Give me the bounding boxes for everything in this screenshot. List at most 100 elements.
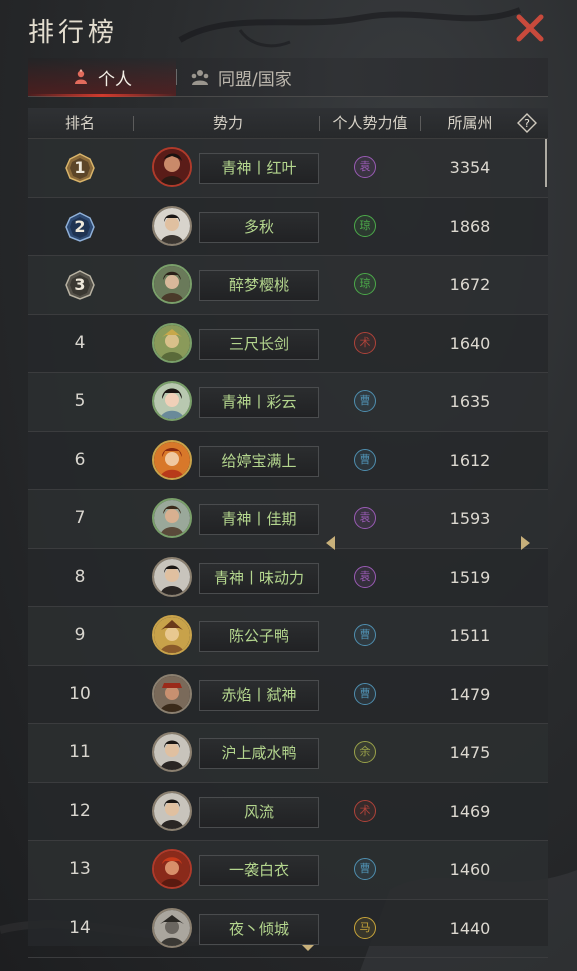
tab-personal[interactable]: 个人 xyxy=(28,58,176,97)
table-row[interactable]: 9 陈公子鸭 曹 1511 xyxy=(28,607,548,666)
portrait-icon xyxy=(154,909,190,946)
power-value: 1635 xyxy=(449,392,491,411)
player-name[interactable]: 醉梦樱桃 xyxy=(199,270,319,301)
power-value: 1640 xyxy=(449,333,491,353)
table-row[interactable]: 1 青神丨红叶 袁 3354 xyxy=(28,139,548,198)
power-value: 3354 xyxy=(449,158,491,177)
state-badge: 余 xyxy=(354,741,376,763)
player-name[interactable]: 三尺长剑 xyxy=(199,328,319,360)
chevron-right-icon[interactable] xyxy=(520,535,532,551)
alliance-icon xyxy=(190,68,210,86)
portrait-icon xyxy=(154,383,190,419)
rank-number: 11 xyxy=(69,742,91,762)
avatar[interactable] xyxy=(152,673,192,714)
column-faction-header: 势力 xyxy=(212,114,243,132)
close-icon xyxy=(516,14,544,42)
table-row[interactable]: 6 给婷宝满上 曹 1612 xyxy=(28,432,548,490)
table-row[interactable]: 7 青神丨佳期 袁 1593 xyxy=(28,490,548,549)
close-button[interactable] xyxy=(512,10,548,46)
column-rank-header: 排名 xyxy=(64,114,95,132)
avatar[interactable] xyxy=(152,264,192,304)
player-name[interactable]: 青神丨味动力 xyxy=(199,562,319,594)
player-name[interactable]: 一袭白衣 xyxy=(199,855,319,886)
power-value: 1469 xyxy=(449,801,491,821)
portrait-icon xyxy=(154,207,190,244)
player-name[interactable]: 沪上咸水鸭 xyxy=(199,738,319,769)
table-row[interactable]: 5 青神丨彩云 曹 1635 xyxy=(28,373,548,432)
power-value: 1511 xyxy=(449,626,491,645)
portrait-icon xyxy=(154,851,190,887)
table-row[interactable]: 13 一袭白衣 曹 1460 xyxy=(28,841,548,900)
player-name[interactable]: 陈公子鸭 xyxy=(199,621,319,652)
portrait-icon xyxy=(154,441,190,478)
avatar[interactable] xyxy=(152,556,192,597)
player-name[interactable]: 给婷宝满上 xyxy=(199,445,319,477)
rank-number: 7 xyxy=(74,508,86,528)
player-name[interactable]: 多秋 xyxy=(199,211,319,243)
player-name[interactable]: 青神丨佳期 xyxy=(199,504,319,535)
power-value: 1612 xyxy=(449,450,491,470)
player-name[interactable]: 夜丶倾城 xyxy=(199,913,319,945)
tab-bar: 个人 同盟/国家 xyxy=(28,58,548,97)
state-badge: 马 xyxy=(354,916,376,939)
portrait-icon xyxy=(154,500,190,536)
player-name[interactable]: 风流 xyxy=(199,796,319,828)
chevron-left-icon[interactable] xyxy=(324,535,336,551)
power-value: 1479 xyxy=(449,684,491,704)
state-badge: 袁 xyxy=(354,507,376,529)
rank-number: 5 xyxy=(74,391,86,411)
portrait-icon xyxy=(154,792,190,829)
avatar[interactable] xyxy=(152,498,192,538)
player-name[interactable]: 赤焰丨弑神 xyxy=(199,679,319,711)
state-badge: 袁 xyxy=(354,156,376,178)
portrait-icon xyxy=(154,675,190,712)
avatar[interactable] xyxy=(152,322,192,363)
table-row[interactable]: 11 沪上咸水鸭 余 1475 xyxy=(28,724,548,783)
table-row[interactable]: 8 青神丨味动力 袁 1519 xyxy=(28,549,548,607)
rank-number: 8 xyxy=(74,566,86,587)
portrait-icon xyxy=(154,324,190,361)
avatar[interactable] xyxy=(152,381,192,421)
avatar[interactable] xyxy=(152,205,192,246)
table-row[interactable]: 2 多秋 琼 1868 xyxy=(28,198,548,256)
tab-personal-label: 个人 xyxy=(98,69,132,90)
avatar[interactable] xyxy=(152,849,192,889)
portrait-icon xyxy=(154,558,190,595)
player-name[interactable]: 青神丨彩云 xyxy=(199,387,319,418)
rank-number: 9 xyxy=(74,625,86,645)
chevron-down-icon[interactable] xyxy=(301,944,315,952)
window-title: 排行榜 xyxy=(28,18,119,48)
power-value: 1475 xyxy=(449,743,491,762)
state-badge: 术 xyxy=(354,799,376,822)
avatar[interactable] xyxy=(152,907,192,948)
power-value: 1519 xyxy=(449,567,491,587)
player-name[interactable]: 青神丨红叶 xyxy=(199,153,319,184)
state-badge: 曹 xyxy=(354,390,376,412)
avatar[interactable] xyxy=(152,615,192,655)
rank-number: 14 xyxy=(69,917,91,938)
header-divider xyxy=(420,116,421,131)
table-row[interactable]: 3 醉梦樱桃 琼 1672 xyxy=(28,256,548,315)
tab-alliance[interactable]: 同盟/国家 xyxy=(190,58,360,96)
scrollbar[interactable] xyxy=(545,139,547,187)
question-icon: ? xyxy=(517,113,537,133)
table-row[interactable]: 12 风流 术 1469 xyxy=(28,783,548,841)
table-row[interactable]: 14 夜丶倾城 马 1440 xyxy=(28,900,548,958)
state-badge: 袁 xyxy=(354,565,376,588)
portrait-icon xyxy=(154,734,190,770)
rank-number: 10 xyxy=(69,683,91,704)
state-badge: 曹 xyxy=(354,448,376,471)
rank-number: 3 xyxy=(74,275,86,294)
column-region-header: 所属州 xyxy=(447,114,493,132)
avatar[interactable] xyxy=(152,147,192,187)
avatar[interactable] xyxy=(152,439,192,480)
help-button[interactable]: ? xyxy=(517,113,537,133)
rank-number: 13 xyxy=(69,859,91,879)
power-value: 1593 xyxy=(449,509,491,528)
table-row[interactable]: 10 赤焰丨弑神 曹 1479 xyxy=(28,666,548,724)
svg-text:?: ? xyxy=(524,117,530,130)
avatar[interactable] xyxy=(152,790,192,831)
table-row[interactable]: 4 三尺长剑 术 1640 xyxy=(28,315,548,373)
avatar[interactable] xyxy=(152,732,192,772)
portrait-icon xyxy=(154,266,190,302)
